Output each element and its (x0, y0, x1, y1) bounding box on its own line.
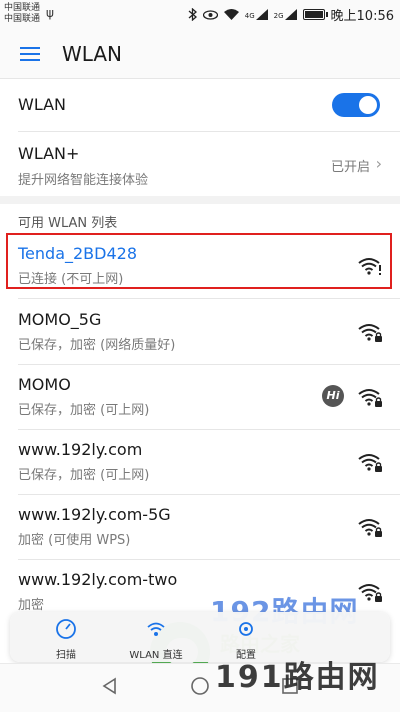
section-spacer (0, 196, 400, 204)
network-ssid: www.192ly.com (18, 440, 143, 459)
network-ssid: MOMO (18, 375, 71, 394)
tab-wifi-direct[interactable]: WLAN 直连 (124, 618, 188, 661)
network-ssid: www.192ly.com-two (18, 570, 178, 589)
hi-badge-icon: Hi (322, 385, 344, 407)
chevron-right-icon: › (375, 154, 382, 173)
network-row[interactable]: www.192ly.com 已保存，加密 (可上网) (0, 430, 400, 492)
back-icon[interactable] (100, 676, 120, 700)
bluetooth-icon (188, 8, 197, 21)
wifi-lock-icon (358, 387, 382, 407)
network-ssid: www.192ly.com-5G (18, 505, 171, 524)
network-type-1: 4G (244, 12, 255, 20)
section-header: 可用 WLAN 列表 (18, 216, 118, 231)
recents-icon[interactable] (280, 676, 300, 700)
wlan-plus-status: 已开启 (330, 160, 370, 175)
highlight-box (6, 233, 392, 289)
signal-icon-1: 4G (245, 9, 268, 20)
wifi-lock-icon (358, 517, 382, 537)
scan-icon (55, 618, 77, 644)
eye-icon (202, 9, 218, 20)
tab-wifi-direct-label: WLAN 直连 (129, 650, 183, 661)
battery-fill (304, 11, 323, 18)
tab-config[interactable]: 配置 (214, 618, 278, 661)
network-row[interactable]: MOMO_5G 已保存，加密 (网络质量好) (0, 300, 400, 362)
system-nav-bar (0, 663, 400, 712)
divider (18, 298, 400, 299)
clock: 晚上10:56 (330, 9, 394, 24)
network-status: 已保存，加密 (可上网) (18, 468, 150, 483)
network-status: 加密 (可使用 WPS) (18, 533, 131, 548)
signal-icon-2: 2G (274, 9, 297, 20)
usb-icon: ψ (46, 6, 54, 20)
network-status: 加密 (18, 598, 45, 613)
carrier-2: 中国联通 (4, 14, 41, 24)
network-type-2: 2G (273, 12, 284, 20)
app-bar: WLAN (0, 30, 400, 78)
network-status: 已保存，加密 (可上网) (18, 403, 150, 418)
battery-icon (302, 9, 328, 20)
status-bar: 中国联通 中国联通 ψ 4G 2G 晚上10:56 (0, 0, 400, 30)
bottom-tabs: 扫描 WLAN 直连 配置 (10, 612, 390, 662)
wlan-toggle-row[interactable]: WLAN (0, 79, 400, 131)
network-status: 已保存，加密 (网络质量好) (18, 338, 176, 353)
page-title: WLAN (62, 42, 123, 66)
tab-scan-label: 扫描 (56, 650, 76, 661)
wlan-toggle[interactable] (332, 93, 380, 117)
tab-scan[interactable]: 扫描 (34, 618, 98, 661)
wlan-label: WLAN (18, 95, 67, 114)
wifi-lock-icon (358, 582, 382, 602)
wlan-plus-label: WLAN+ (18, 144, 80, 163)
carrier-1: 中国联通 (4, 3, 41, 13)
wifi-status-icon (223, 9, 239, 20)
network-row[interactable]: www.192ly.com-5G 加密 (可使用 WPS) (0, 495, 400, 557)
menu-icon[interactable] (12, 36, 48, 72)
wifi-lock-icon (358, 322, 382, 342)
network-ssid: MOMO_5G (18, 310, 102, 329)
home-icon[interactable] (190, 676, 210, 700)
wifi-direct-icon (145, 618, 167, 644)
wlan-plus-row[interactable]: WLAN+ 提升网络智能连接体验 已开启 › (0, 132, 400, 194)
tab-config-label: 配置 (236, 650, 256, 661)
wifi-lock-icon (358, 452, 382, 472)
wlan-plus-subtitle: 提升网络智能连接体验 (18, 173, 149, 188)
gear-icon (235, 618, 257, 644)
